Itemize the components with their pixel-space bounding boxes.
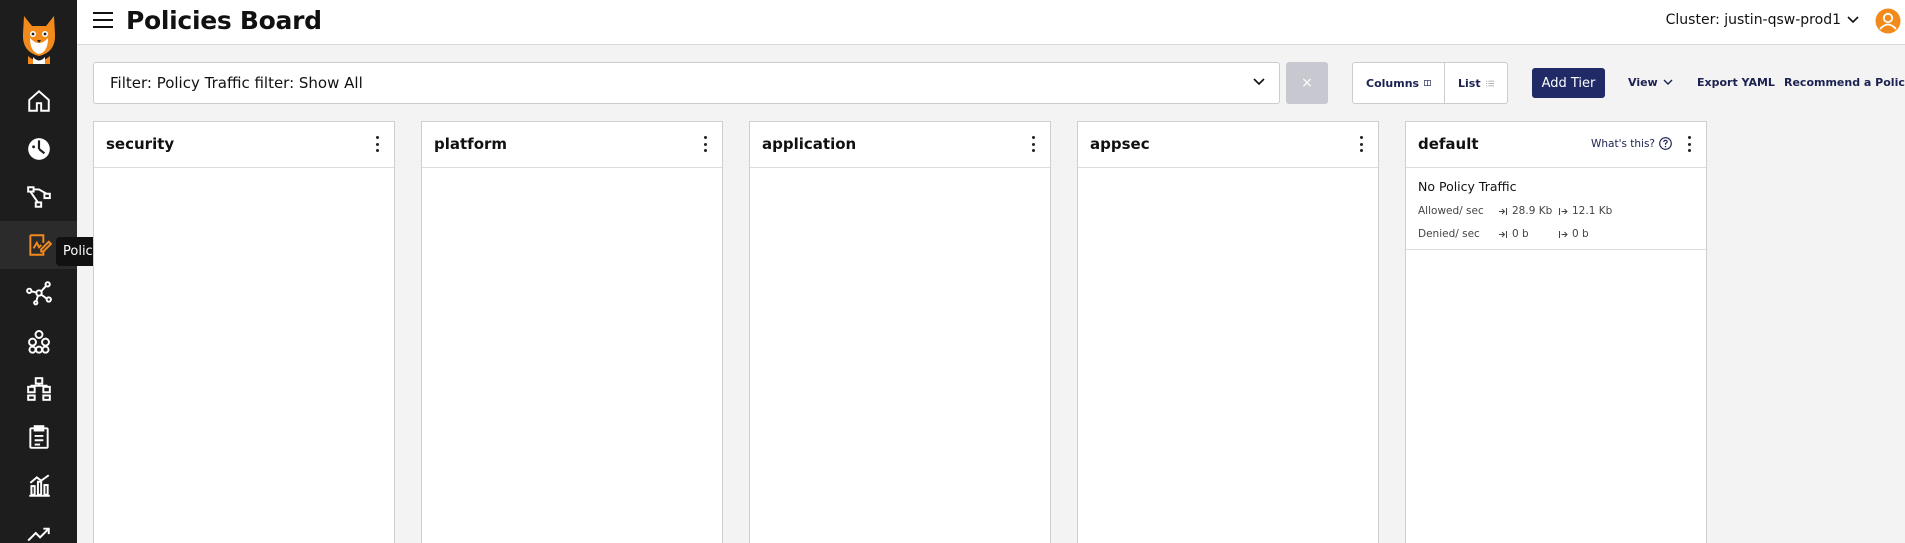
header: Policies Board Cluster: justin-qsw-prod1: [77, 0, 1905, 45]
inbound-icon: [1499, 230, 1507, 238]
help-icon: [1659, 137, 1672, 150]
more-options-icon[interactable]: [1032, 136, 1036, 152]
view-label: View: [1628, 76, 1658, 89]
nav-statistics[interactable]: [0, 461, 77, 509]
compliance-icon: [28, 425, 49, 449]
tier-column-appsec: appsec: [1077, 121, 1379, 543]
filter-value: Filter: Policy Traffic filter: Show All: [110, 74, 363, 92]
service-graph-icon: [26, 186, 51, 208]
user-avatar-icon[interactable]: [1875, 8, 1901, 34]
allowed-out-value: 12.1 Kb: [1572, 205, 1613, 217]
list-icon: [1485, 80, 1494, 86]
denied-in-value: 0 b: [1512, 228, 1529, 240]
allowed-outbound: 12.1 Kb: [1558, 205, 1618, 217]
tier-header: default What's this?: [1406, 122, 1706, 168]
policies-icon: [28, 234, 52, 256]
tigera-logo[interactable]: [18, 12, 60, 66]
columns-icon: [1424, 80, 1431, 86]
chevron-down-icon: [1847, 16, 1859, 24]
more-options-icon[interactable]: [704, 136, 708, 152]
nav-home[interactable]: [0, 77, 77, 125]
denied-outbound: 0 b: [1558, 228, 1618, 240]
nav-compliance[interactable]: [0, 413, 77, 461]
nav-network[interactable]: [0, 269, 77, 317]
tier-header: appsec: [1078, 122, 1378, 168]
view-menu-button[interactable]: View: [1628, 76, 1673, 89]
allowed-label: Allowed/ sec: [1418, 205, 1484, 217]
denied-out-value: 0 b: [1572, 228, 1589, 240]
recommend-policy-button[interactable]: Recommend a Policy: [1784, 76, 1905, 89]
more-options-icon[interactable]: [1360, 136, 1364, 152]
page-title: Policies Board: [126, 6, 322, 35]
nav-dashboard[interactable]: [0, 125, 77, 173]
clear-filter-button[interactable]: ×: [1286, 62, 1328, 104]
tier-name: default: [1418, 135, 1479, 153]
chevron-down-icon: [1663, 79, 1673, 85]
denied-label: Denied/ sec: [1418, 228, 1480, 240]
inbound-icon: [1499, 207, 1507, 215]
outbound-icon: [1559, 207, 1568, 215]
add-tier-button[interactable]: Add Tier: [1532, 68, 1605, 98]
denied-stat-row: Denied/ sec 0 b 0 b: [1418, 228, 1618, 240]
policy-card[interactable]: No Policy Traffic Allowed/ sec 28.9 Kb 1…: [1406, 168, 1706, 250]
outbound-icon: [1559, 230, 1568, 238]
cluster-selector[interactable]: Cluster: justin-qsw-prod1: [1666, 12, 1859, 28]
tier-name: appsec: [1090, 135, 1150, 153]
list-label: List: [1458, 76, 1481, 90]
cluster-label: Cluster: justin-qsw-prod1: [1665, 12, 1841, 28]
chevron-down-icon: [1253, 78, 1265, 86]
tier-header: application: [750, 122, 1050, 168]
endpoints-icon: [27, 330, 50, 354]
nav-service-graph[interactable]: [0, 173, 77, 221]
list-view-button[interactable]: List: [1444, 62, 1508, 104]
tier-header: platform: [422, 122, 722, 168]
tier-column-platform: platform: [421, 121, 723, 543]
tier-column-security: security: [93, 121, 395, 543]
policy-filter-select[interactable]: Filter: Policy Traffic filter: Show All: [93, 62, 1280, 104]
menu-icon[interactable]: [93, 12, 113, 30]
nav-namespaces[interactable]: [0, 365, 77, 413]
activity-icon: [26, 527, 50, 542]
columns-view-button[interactable]: Columns: [1352, 62, 1445, 104]
allowed-stat-row: Allowed/ sec 28.9 Kb 12.1 Kb: [1418, 205, 1618, 217]
nav-activity[interactable]: [0, 509, 77, 543]
network-icon: [25, 281, 52, 306]
allowed-in-value: 28.9 Kb: [1512, 205, 1553, 217]
more-options-icon[interactable]: [376, 136, 380, 152]
sidebar: Policies: [0, 0, 119, 543]
dashboard-icon: [27, 138, 50, 160]
more-options-icon[interactable]: [1688, 136, 1692, 152]
tier-column-application: application: [749, 121, 1051, 543]
whats-this-link[interactable]: What's this?: [1591, 137, 1672, 150]
policy-name: No Policy Traffic: [1418, 179, 1517, 194]
allowed-inbound: 28.9 Kb: [1498, 205, 1558, 217]
columns-label: Columns: [1366, 76, 1420, 90]
tier-column-default: default What's this? No Policy Traffic A…: [1405, 121, 1707, 543]
tier-name: platform: [434, 135, 508, 153]
namespaces-icon: [26, 377, 51, 401]
statistics-icon: [28, 474, 50, 497]
whats-this-label: What's this?: [1590, 137, 1655, 150]
export-yaml-button[interactable]: Export YAML: [1697, 76, 1775, 89]
tier-name: security: [106, 135, 175, 153]
home-icon: [27, 89, 50, 112]
tier-header: security: [94, 122, 394, 168]
nav-endpoints[interactable]: [0, 317, 77, 365]
denied-inbound: 0 b: [1498, 228, 1558, 240]
tier-name: application: [762, 135, 857, 153]
